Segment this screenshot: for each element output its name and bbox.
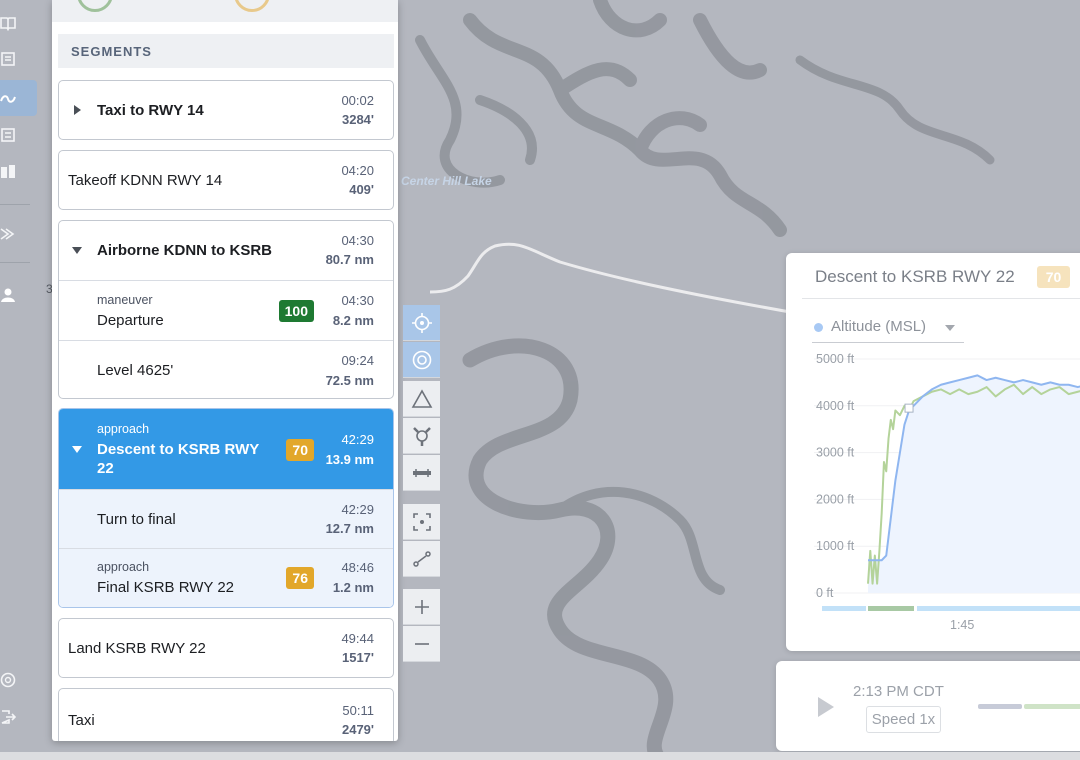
help-icon[interactable] — [0, 671, 16, 689]
score-ring-icon — [234, 0, 270, 12]
phase-bar — [822, 606, 866, 611]
airport-icon[interactable] — [403, 418, 440, 454]
rail-divider — [0, 262, 30, 263]
segment-title: Level 4625' — [97, 362, 174, 379]
segment-time: 50:11 — [342, 703, 374, 718]
book-icon[interactable] — [0, 14, 16, 32]
segment-distance: 2479' — [341, 722, 374, 737]
segment-descent-group[interactable]: approach Descent to KSRB RWY 22 70 42:29… — [58, 408, 394, 608]
panel-top-strip — [52, 0, 398, 22]
lake-label: Center Hill Lake — [401, 174, 492, 188]
y-tick-label: 3000 ft — [816, 446, 855, 460]
y-tick-label: 5000 ft — [816, 352, 855, 366]
path-icon[interactable] — [403, 541, 440, 577]
segment-airborne[interactable]: Airborne KDNN to KSRB 04:30 80.7 nm — [59, 221, 393, 280]
nav-rail — [0, 0, 38, 760]
phase-bar — [868, 606, 914, 611]
segment-distance: 72.5 nm — [325, 373, 374, 388]
segment-time: 04:20 — [341, 163, 374, 178]
segment-title: Airborne KDNN to KSRB — [97, 242, 272, 259]
segment-title: Taxi — [68, 712, 95, 729]
segment-title: Takeoff KDNN RWY 14 — [68, 172, 223, 189]
score-badge: 76 — [286, 567, 314, 589]
segment-level[interactable]: Level 4625' 09:24 72.5 nm — [59, 340, 393, 398]
y-tick-label: 1000 ft — [816, 539, 855, 553]
segment-distance: 12.7 nm — [325, 521, 374, 536]
x-tick-label: 1:45 — [950, 618, 974, 632]
segment-title: Taxi to RWY 14 — [97, 102, 204, 119]
segment-taxi[interactable]: Taxi 50:11 2479' — [58, 688, 394, 741]
segment-time: 04:30 — [341, 293, 374, 308]
document-icon[interactable] — [0, 50, 16, 68]
rail-divider — [0, 204, 30, 205]
route-icon[interactable] — [0, 89, 16, 107]
collapse-arrow-icon[interactable] — [72, 446, 82, 453]
segment-distance: 8.2 nm — [332, 313, 374, 328]
crosshair-icon[interactable] — [403, 305, 440, 341]
segment-takeoff[interactable]: Takeoff KDNN RWY 14 04:20 409' — [58, 150, 394, 210]
segment-distance: 1517' — [341, 650, 374, 665]
y-tick-label: 4000 ft — [816, 399, 855, 413]
play-icon[interactable] — [818, 697, 834, 717]
y-tick-label: 0 ft — [816, 586, 834, 600]
compass-icon[interactable] — [403, 342, 440, 378]
y-tick-label: 2000 ft — [816, 492, 855, 506]
altitude-chart[interactable]: 5000 ft 4000 ft 3000 ft 2000 ft 1000 ft 0 ft 1… — [786, 253, 1080, 651]
segment-type: approach — [97, 422, 150, 436]
score-badge: 70 — [286, 439, 314, 461]
list-icon[interactable] — [0, 126, 16, 144]
segment-time: 49:44 — [341, 631, 374, 646]
segment-time: 48:46 — [341, 560, 374, 575]
score-ring-icon — [77, 0, 113, 12]
segment-distance: 409' — [349, 182, 374, 197]
playback-time: 2:13 PM CDT — [853, 683, 944, 700]
segment-type: approach — [97, 560, 150, 574]
segment-title: Final KSRB RWY 22 — [97, 579, 234, 596]
segment-final[interactable]: approach Final KSRB RWY 22 76 48:46 1.2 … — [59, 548, 393, 607]
segment-distance: 13.9 nm — [325, 452, 374, 467]
expand-icon[interactable] — [0, 225, 16, 243]
logout-icon[interactable] — [0, 708, 16, 726]
segment-turn-final[interactable]: Turn to final 42:29 12.7 nm — [59, 489, 393, 548]
segments-header: SEGMENTS — [58, 34, 394, 68]
logbook-icon[interactable] — [0, 163, 16, 181]
segment-distance: 3284' — [341, 112, 374, 127]
playback-card: 2:13 PM CDT Speed 1x — [776, 661, 1080, 751]
segment-title: Land KSRB RWY 22 — [68, 640, 206, 657]
focus-icon[interactable] — [403, 504, 440, 540]
runway-icon[interactable] — [403, 455, 440, 491]
cursor-marker — [904, 403, 914, 413]
score-badge: 100 — [278, 300, 314, 322]
phase-bar — [917, 606, 1080, 611]
expand-arrow-icon[interactable] — [74, 105, 81, 115]
zoom-out-icon[interactable] — [403, 626, 440, 662]
segment-land[interactable]: Land KSRB RWY 22 49:44 1517' — [58, 618, 394, 678]
segment-time: 04:30 — [341, 233, 374, 248]
segment-time: 00:02 — [341, 93, 374, 108]
segments-panel: SEGMENTS Taxi to RWY 14 00:02 3284' Take… — [52, 0, 398, 741]
segment-title: Descent to KSRB RWY 22 — [97, 441, 259, 477]
bottom-bar — [0, 752, 1080, 760]
collapse-arrow-icon[interactable] — [72, 247, 82, 254]
zoom-in-icon[interactable] — [403, 589, 440, 625]
chart-card: Descent to KSRB RWY 22 70 Altitude (MSL)… — [786, 253, 1080, 651]
segment-time: 42:29 — [341, 502, 374, 517]
user-icon[interactable] — [0, 286, 16, 304]
playback-segment[interactable] — [978, 704, 1022, 709]
terrain-icon[interactable] — [403, 381, 440, 417]
playback-segment[interactable] — [1024, 704, 1080, 709]
segment-distance: 80.7 nm — [325, 252, 374, 267]
segment-departure[interactable]: maneuver Departure 100 04:30 8.2 nm — [59, 280, 393, 340]
segment-time: 09:24 — [341, 353, 374, 368]
segment-time: 42:29 — [341, 432, 374, 447]
segment-airborne-group[interactable]: Airborne KDNN to KSRB 04:30 80.7 nm mane… — [58, 220, 394, 399]
speed-button[interactable]: Speed 1x — [866, 706, 941, 733]
segment-taxi-rwy14[interactable]: Taxi to RWY 14 00:02 3284' — [58, 80, 394, 140]
segment-title: Turn to final — [97, 511, 176, 528]
segment-title: Departure — [97, 312, 164, 329]
segment-distance: 1.2 nm — [332, 580, 374, 595]
segment-descent-selected[interactable]: approach Descent to KSRB RWY 22 70 42:29… — [59, 409, 393, 489]
altitude-area — [868, 375, 1080, 593]
segment-type: maneuver — [97, 293, 153, 307]
